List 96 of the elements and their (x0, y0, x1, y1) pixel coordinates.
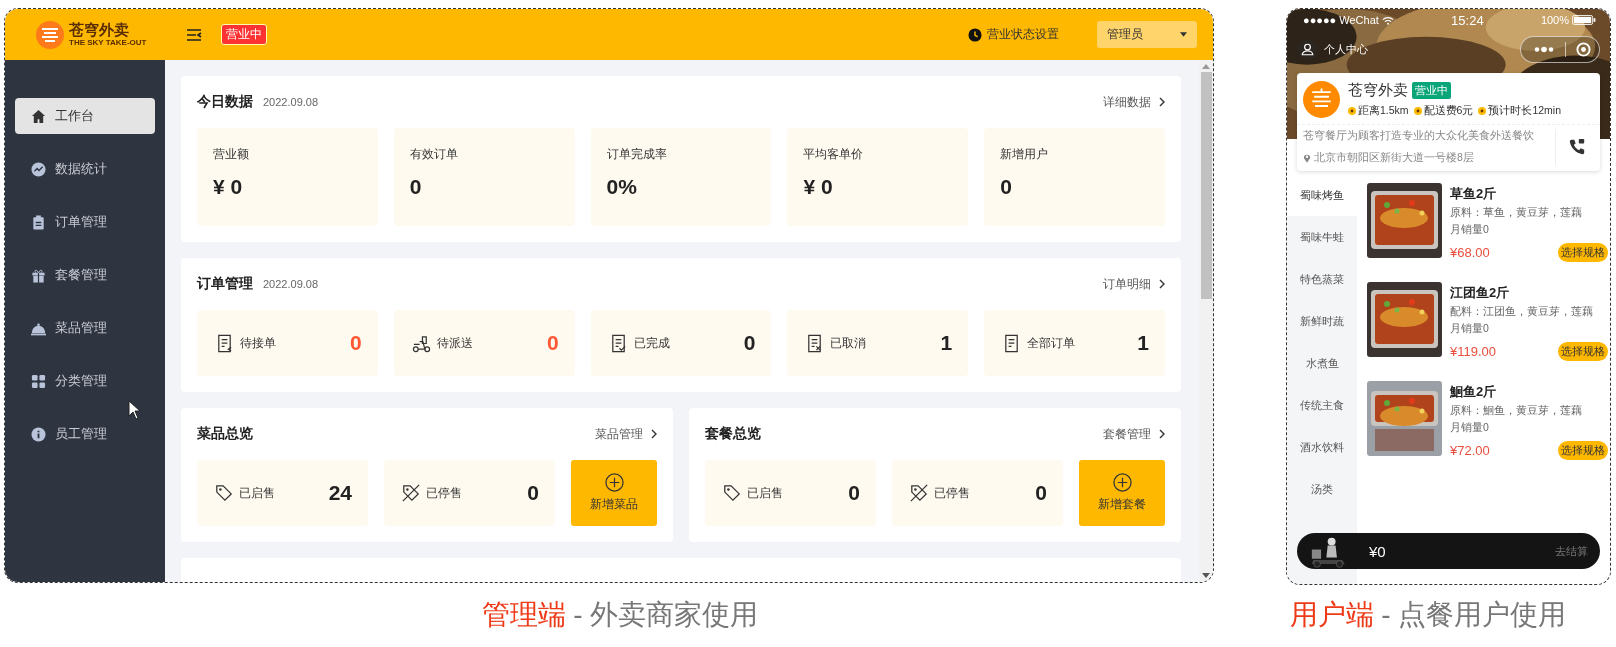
order-count: 1 (1137, 331, 1149, 355)
sidebar-item[interactable]: 菜品管理 (15, 310, 155, 346)
dish-ingredients: 原料：鮰鱼，黄豆芽，莲藕 (1450, 404, 1583, 418)
stat-value: 0% (606, 175, 638, 199)
logo-subtitle: THE SKY TAKE-OUT (69, 39, 147, 47)
sidebar-item[interactable]: 套餐管理 (15, 257, 155, 293)
logo-name: 苍穹外卖 (69, 22, 130, 37)
shop-meta-text: 距离1.5km (1358, 104, 1409, 118)
category-tab[interactable]: 蜀味烤鱼 (1287, 174, 1357, 216)
monthly-sales: 月销量0 (1450, 322, 1490, 336)
shop-meta-text: 预计时长12min (1488, 104, 1562, 118)
management-link[interactable]: 菜品管理 (595, 425, 657, 443)
user-dropdown[interactable]: 管理员 (1097, 21, 1197, 48)
dish-name: 草鱼2斤 (1450, 185, 1498, 203)
choose-spec-button[interactable]: 选择规格 (1558, 441, 1608, 460)
sale-status-label: 已停售 (934, 484, 970, 502)
sidebar-item[interactable]: 员工管理 (15, 416, 155, 452)
caption-text: 用户端 - 点餐用户使用 (1289, 599, 1567, 630)
dish-price: ¥68.00 (1450, 245, 1490, 260)
stat-label: 有效订单 (409, 146, 459, 163)
order-status-label: 待接单 (240, 334, 276, 352)
sale-count: 24 (328, 481, 352, 505)
sale-status-label: 已启售 (239, 484, 275, 502)
stat-value: ¥ 0 (803, 175, 834, 199)
status-badge: 营业中 (221, 24, 268, 45)
shop-name: 苍穹外卖 (1348, 81, 1408, 100)
category-tab[interactable]: 汤类 (1287, 468, 1357, 510)
category-tab[interactable]: 蜀味牛蛙 (1287, 216, 1357, 258)
add-button[interactable]: 新增套餐 (1079, 460, 1165, 526)
sidebar-item[interactable]: 工作台 (15, 98, 155, 134)
order-status-label: 全部订单 (1027, 334, 1076, 352)
sale-count: 0 (848, 481, 860, 505)
sale-count: 0 (527, 481, 539, 505)
section-date: 2022.09.08 (263, 278, 319, 290)
status-setting-link[interactable]: 营业状态设置 (968, 26, 1059, 43)
management-link[interactable]: 套餐管理 (1103, 425, 1165, 443)
section-title: 菜品总览 (197, 425, 253, 443)
add-button[interactable]: 新增菜品 (571, 460, 657, 526)
order-status-label: 已取消 (830, 334, 867, 352)
section-title: 今日数据 (197, 93, 253, 111)
section-date: 2022.09.08 (263, 96, 319, 108)
sale-status-label: 已启售 (747, 484, 783, 502)
section-title: 套餐总览 (705, 425, 761, 443)
dish-name: 鮰鱼2斤 (1450, 383, 1498, 401)
order-details-link[interactable]: 订单明细 (1103, 275, 1165, 293)
category-tab[interactable]: 新鲜时蔬 (1287, 300, 1357, 342)
category-tab[interactable]: 水煮鱼 (1287, 342, 1357, 384)
order-status-label: 待派送 (436, 334, 473, 352)
shop-meta-text: 配送费6元 (1423, 104, 1474, 118)
shop-address: 北京市朝阳区新街大道一号楼8层 (1314, 151, 1474, 165)
order-count: 0 (743, 331, 756, 355)
dish-price: ¥119.00 (1450, 344, 1497, 359)
stat-label: 订单完成率 (606, 146, 668, 163)
sidebar-item[interactable]: 数据统计 (15, 151, 155, 187)
category-tab[interactable]: 传统主食 (1287, 384, 1357, 426)
shop-description: 苍穹餐厅为顾客打造专业的大众化美食外送餐饮 (1303, 129, 1535, 143)
caption-text: 管理端 - 外卖商家使用 (481, 599, 759, 630)
stat-label: 营业额 (213, 146, 250, 163)
order-count: 0 (546, 331, 559, 355)
order-status-tile[interactable]: 待接单 0 (197, 310, 378, 376)
clock-time: 15:24 (1451, 12, 1484, 28)
dish-ingredients: 原料：草鱼，黄豆芽，莲藕 (1450, 206, 1583, 220)
open-badge: 营业中 (1412, 82, 1451, 99)
order-status-label: 已完成 (633, 334, 670, 352)
choose-spec-button[interactable]: 选择规格 (1558, 342, 1608, 361)
cart-bar[interactable]: ¥0 去结算 (1297, 533, 1600, 569)
order-status-tile[interactable]: 已完成 0 (590, 310, 772, 376)
details-link[interactable]: 详细数据 (1103, 93, 1165, 111)
dish-price: ¥72.00 (1450, 443, 1490, 458)
stat-value: ¥ 0 (213, 175, 244, 199)
monthly-sales: 月销量0 (1450, 223, 1490, 237)
cart-total: ¥0 (1369, 542, 1386, 560)
checkout-label[interactable]: 去结算 (1555, 543, 1588, 559)
order-count: 0 (350, 331, 362, 355)
monthly-sales: 月销量0 (1450, 421, 1490, 435)
choose-spec-button[interactable]: 选择规格 (1558, 243, 1608, 262)
sale-status-label: 已停售 (426, 484, 462, 502)
sidebar-item[interactable]: 订单管理 (15, 204, 155, 240)
order-count: 1 (940, 331, 953, 355)
sidebar-item[interactable]: 分类管理 (15, 363, 155, 399)
stat-value: 0 (409, 175, 423, 199)
category-tab[interactable]: 特色蒸菜 (1287, 258, 1357, 300)
category-tab[interactable]: 酒水饮料 (1287, 426, 1357, 468)
sale-count: 0 (1035, 481, 1047, 505)
dish-name: 江团鱼2斤 (1450, 284, 1511, 302)
section-title: 订单管理 (197, 275, 253, 293)
stat-value: 0 (1000, 175, 1013, 199)
dish-ingredients: 配料：江团鱼，黄豆芽，莲藕 (1450, 305, 1594, 319)
order-status-tile[interactable]: 待派送 0 (393, 310, 575, 376)
order-status-tile[interactable]: 全部订单 1 (984, 310, 1165, 376)
stat-label: 新增用户 (1000, 146, 1050, 163)
order-status-tile[interactable]: 已取消 1 (787, 310, 969, 376)
profile-label[interactable]: 个人中心 (1324, 41, 1368, 57)
stat-label: 平均客单价 (803, 146, 865, 163)
battery-percent: 100% (1540, 14, 1569, 26)
carrier-label: ●●●●● WeChat (1303, 14, 1379, 26)
